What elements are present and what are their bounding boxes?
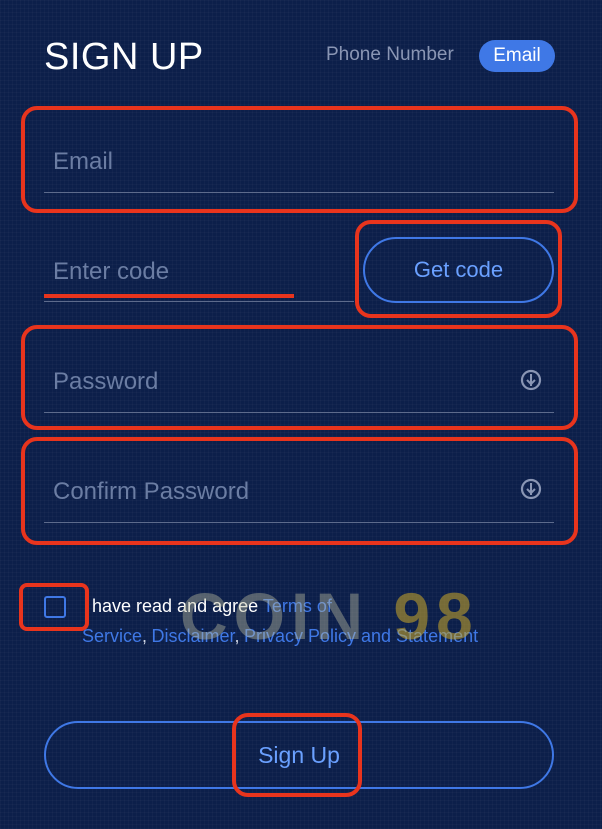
agreement-prefix: have read and agree — [92, 596, 259, 616]
code-placeholder: Enter code — [53, 258, 170, 285]
tab-phone-number[interactable]: Phone Number — [326, 44, 454, 66]
terms-of-service-link[interactable]: Terms of — [263, 596, 332, 616]
get-code-highlight-box — [355, 220, 562, 318]
tab-email[interactable]: Email — [479, 40, 555, 72]
agreement-text: have read and agree Terms of — [92, 596, 332, 617]
confirm-password-highlight-box — [21, 437, 578, 545]
sign-up-highlight-box — [232, 713, 362, 797]
separator: , — [234, 626, 240, 646]
separator: , — [142, 626, 148, 646]
email-highlight-box — [21, 106, 578, 213]
agreement-links-row: Service, Disclaimer, Privacy Policy and … — [82, 626, 478, 647]
password-highlight-box — [21, 325, 578, 430]
privacy-policy-link[interactable]: Privacy Policy and Statement — [244, 626, 478, 646]
terms-of-service-link-continued[interactable]: Service — [82, 626, 142, 646]
disclaimer-link[interactable]: Disclaimer — [152, 626, 235, 646]
code-field[interactable]: Enter code — [44, 250, 354, 305]
code-focus-indicator — [44, 294, 294, 298]
checkbox-highlight-box — [19, 583, 89, 631]
page-title: SIGN UP — [44, 36, 204, 78]
code-underline — [44, 301, 354, 302]
